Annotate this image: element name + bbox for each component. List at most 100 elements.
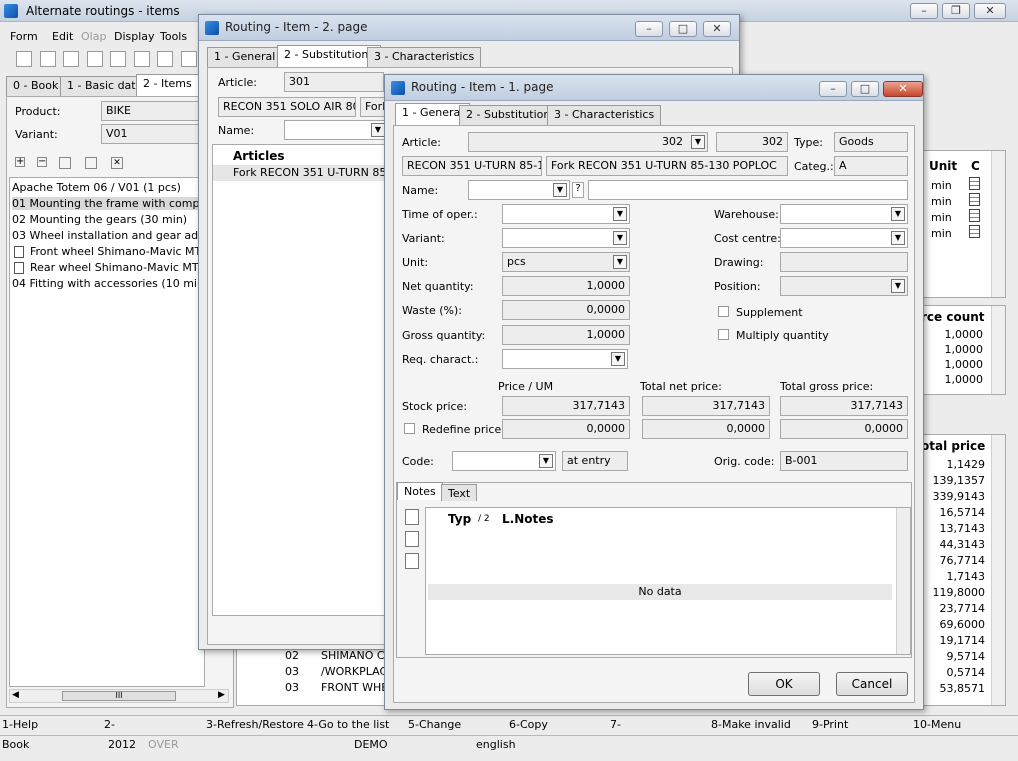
maximize-button[interactable]: □: [851, 81, 879, 97]
notes-vscrollbar[interactable]: [896, 508, 910, 654]
total-net-price-field[interactable]: 317,7143: [642, 396, 770, 416]
gross-quantity-field[interactable]: 1,0000: [502, 325, 630, 345]
req-charact-select[interactable]: ▼: [502, 349, 628, 369]
fkey-make-invalid[interactable]: 8-Make invalid: [711, 718, 791, 731]
book-icon[interactable]: [180, 51, 197, 67]
tab-general[interactable]: 1 - General: [207, 47, 283, 67]
fkey-2[interactable]: 2-: [104, 718, 115, 731]
fkey-go-to-list[interactable]: 4-Go to the list: [307, 718, 389, 731]
tab-substitutions[interactable]: 2 - Substitutions: [277, 45, 382, 67]
chevron-down-icon[interactable]: ▼: [611, 352, 625, 366]
sources-vscrollbar[interactable]: [991, 306, 1005, 394]
fkey-help[interactable]: 1-Help: [2, 718, 38, 731]
tab-text[interactable]: Text: [441, 484, 478, 501]
article-field[interactable]: 302 ▼: [468, 132, 708, 152]
tab-characteristics[interactable]: 3 - Characteristics: [367, 47, 482, 67]
menu-tools[interactable]: Tools: [160, 30, 187, 43]
tree-item-01[interactable]: 01 Mounting the frame with components: [12, 197, 198, 210]
lock-icon[interactable]: [16, 51, 32, 67]
menu-form[interactable]: Form: [10, 30, 38, 43]
type-field[interactable]: Goods: [834, 132, 908, 152]
close-button[interactable]: ✕: [703, 21, 731, 37]
chevron-down-icon[interactable]: ▼: [539, 454, 553, 468]
new-document-icon[interactable]: [133, 51, 150, 67]
chevron-down-icon[interactable]: ▼: [891, 207, 905, 221]
expand-icon[interactable]: +: [15, 157, 25, 167]
close-button[interactable]: ✕: [883, 81, 923, 97]
fkey-print[interactable]: 9-Print: [812, 718, 848, 731]
open-folder-icon[interactable]: [110, 51, 126, 67]
delete-note-icon[interactable]: [405, 553, 419, 569]
time-of-oper-select[interactable]: ▼: [502, 204, 630, 224]
menu-edit[interactable]: Edit: [52, 30, 73, 43]
chevron-down-icon[interactable]: ▼: [891, 279, 905, 293]
redefine-price-field[interactable]: 0,0000: [502, 419, 630, 439]
product-field[interactable]: BIKE: [101, 101, 201, 121]
multiply-quantity-checkbox[interactable]: [718, 329, 729, 340]
chevron-down-icon[interactable]: ▼: [371, 123, 385, 137]
waste-field[interactable]: 0,0000: [502, 300, 630, 320]
chevron-down-icon[interactable]: ▼: [691, 135, 705, 149]
minimize-button[interactable]: –: [635, 21, 663, 37]
restore-button[interactable]: ❐: [942, 3, 970, 19]
drawing-field[interactable]: [780, 252, 908, 272]
tree-item-02[interactable]: 02 Mounting the gears (30 min): [12, 213, 198, 226]
delete-icon[interactable]: ✕: [111, 157, 123, 169]
new-note-icon[interactable]: [405, 509, 419, 525]
tree-item-rear-wheel[interactable]: Rear wheel Shimano-Mavic MTB De: [14, 261, 200, 274]
unit-select[interactable]: pcs ▼: [502, 252, 630, 272]
tab-items[interactable]: 2 - Items: [136, 74, 199, 96]
chevron-down-icon[interactable]: ▼: [613, 231, 627, 245]
at-entry-field[interactable]: at entry: [562, 451, 628, 471]
net-quantity-field[interactable]: 1,0000: [502, 276, 630, 296]
materials-vscrollbar[interactable]: [991, 435, 1005, 705]
warehouse-select[interactable]: ▼: [780, 204, 908, 224]
article-code-field[interactable]: RECON 351 U-TURN 85-130: [402, 156, 542, 176]
help-button[interactable]: ?: [572, 182, 584, 198]
menu-display[interactable]: Display: [114, 30, 155, 43]
tab-notes[interactable]: Notes: [397, 482, 443, 500]
article-name-field[interactable]: Fork RECON 351 U-TURN 85-130 POPLOC: [546, 156, 788, 176]
chevron-down-icon[interactable]: ▼: [613, 207, 627, 221]
supplement-checkbox[interactable]: [718, 306, 729, 317]
tree-item-04[interactable]: 04 Fitting with accessories (10 min): [12, 277, 198, 290]
article-field[interactable]: 301: [284, 72, 384, 92]
scroll-thumb[interactable]: III: [62, 691, 176, 701]
code-select[interactable]: ▼: [452, 451, 556, 471]
ok-button[interactable]: OK: [748, 672, 820, 696]
tree-hscrollbar[interactable]: ◀ III ▶: [9, 689, 229, 703]
cost-centre-select[interactable]: ▼: [780, 228, 908, 248]
redefine-price-checkbox[interactable]: [404, 423, 415, 434]
cancel-button[interactable]: Cancel: [836, 672, 908, 696]
article-number-field[interactable]: 302: [716, 132, 788, 152]
categ-field[interactable]: A: [834, 156, 908, 176]
save-as-icon[interactable]: [63, 51, 79, 67]
tree-item-front-wheel[interactable]: Front wheel Shimano-Mavic MTB De: [14, 245, 200, 258]
net-price-zero-field[interactable]: 0,0000: [642, 419, 770, 439]
tree-item-03[interactable]: 03 Wheel installation and gear adjustmen…: [12, 229, 198, 242]
edit-note-icon[interactable]: [405, 531, 419, 547]
save-icon[interactable]: [39, 51, 56, 67]
orig-code-field[interactable]: B-001: [780, 451, 908, 471]
fkey-menu[interactable]: 10-Menu: [913, 718, 961, 731]
stock-price-field[interactable]: 317,7143: [502, 396, 630, 416]
tree-root[interactable]: Apache Totem 06 / V01 (1 pcs): [12, 181, 198, 194]
articles-row[interactable]: Fork RECON 351 U-TURN 85-130: [213, 165, 385, 181]
operations-vscrollbar[interactable]: [991, 151, 1005, 297]
name-select[interactable]: ▼: [284, 120, 388, 140]
gross-price-zero-field[interactable]: 0,0000: [780, 419, 908, 439]
fkey-change[interactable]: 5-Change: [408, 718, 461, 731]
scroll-left-icon[interactable]: ◀: [12, 690, 19, 700]
routing-grid-icon[interactable]: [969, 225, 980, 238]
routing-grid-icon[interactable]: [969, 177, 980, 190]
variant-field[interactable]: V01: [101, 124, 201, 144]
routing-grid-icon[interactable]: [969, 193, 980, 206]
variant-select[interactable]: ▼: [502, 228, 630, 248]
level-down-icon[interactable]: [85, 157, 97, 169]
position-select[interactable]: ▼: [780, 276, 908, 296]
close-button[interactable]: ✕: [974, 3, 1006, 19]
minimize-button[interactable]: –: [910, 3, 938, 19]
scroll-right-icon[interactable]: ▶: [218, 690, 225, 700]
level-up-icon[interactable]: [59, 157, 71, 169]
chevron-down-icon[interactable]: ▼: [553, 183, 567, 197]
